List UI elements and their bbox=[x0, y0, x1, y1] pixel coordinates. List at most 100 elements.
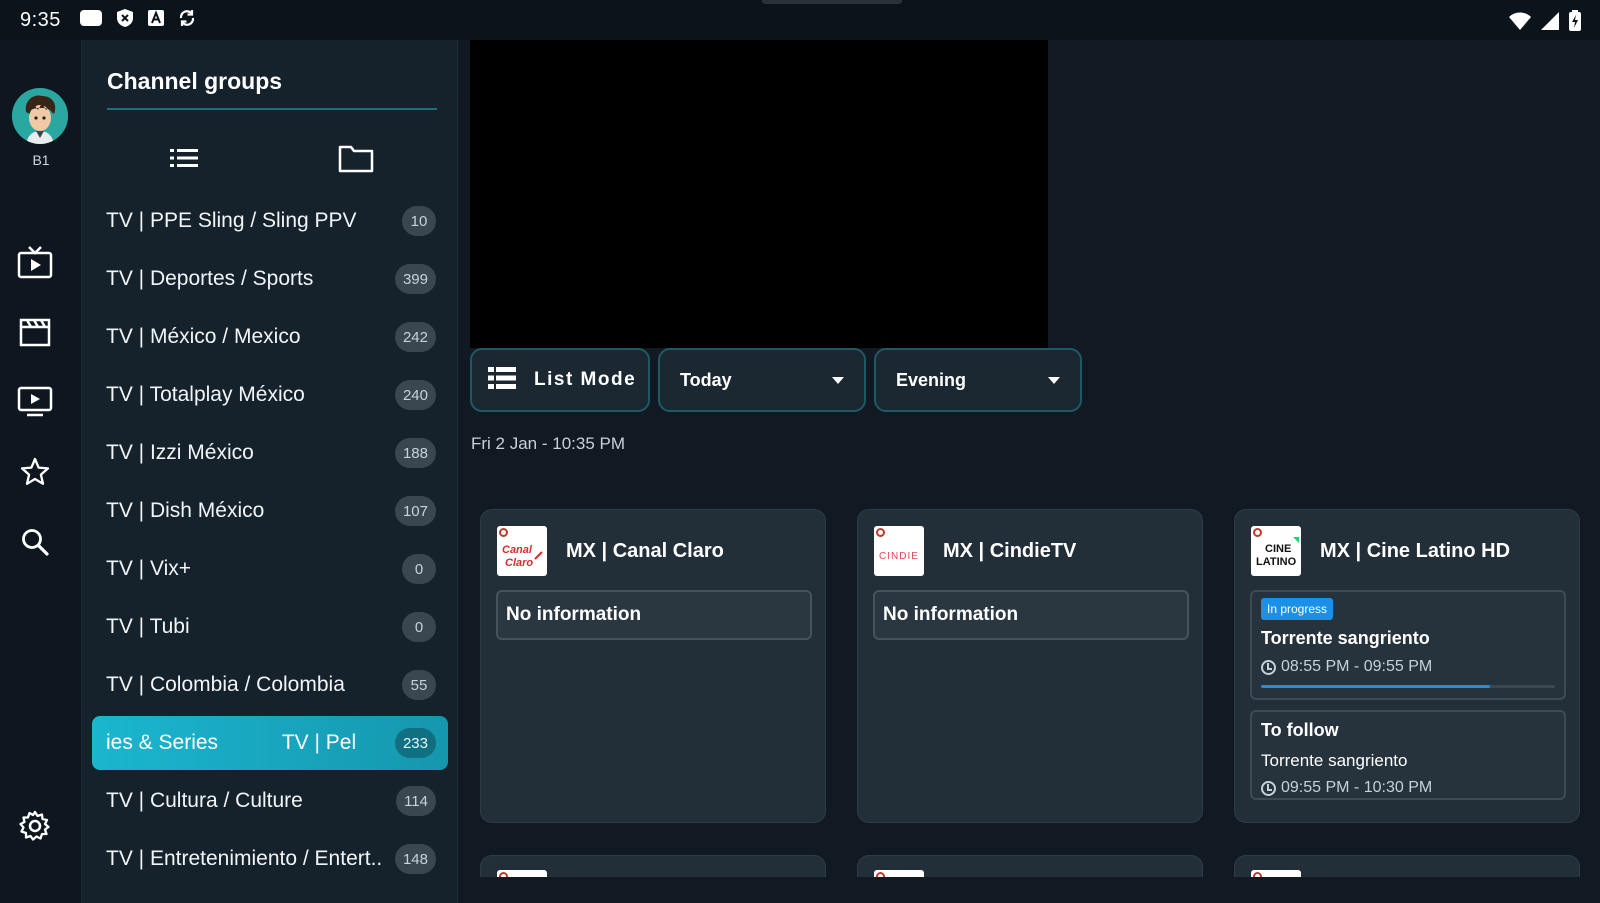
group-count-badge: 107 bbox=[394, 496, 436, 526]
title-underline bbox=[107, 108, 437, 110]
program-time: 08:55 PM - 09:55 PM bbox=[1261, 658, 1555, 676]
channel-card[interactable]: CINDIE MX | CindieTV No information bbox=[857, 509, 1203, 823]
group-count-badge: 242 bbox=[394, 322, 436, 352]
channel-logo: CINE LATINO bbox=[1251, 526, 1301, 576]
svg-text:CINDIE: CINDIE bbox=[879, 551, 919, 562]
channel-name: MX | Canal Claro bbox=[566, 539, 724, 562]
group-item[interactable]: TV | Izzi México 188 bbox=[92, 426, 448, 480]
signal-icon bbox=[1540, 11, 1560, 36]
list-mode-button[interactable]: List Mode bbox=[470, 348, 650, 412]
flag-icon bbox=[499, 528, 508, 537]
group-label: TV | Dish México bbox=[106, 499, 265, 522]
group-label: TV | Colombia / Colombia bbox=[106, 673, 345, 696]
time-select-value: Evening bbox=[896, 369, 967, 390]
time-of-day-select[interactable]: Evening bbox=[874, 348, 1082, 412]
group-label: TV | PPE Sling / Sling PPV bbox=[106, 209, 357, 232]
folder-view-button[interactable] bbox=[334, 140, 378, 180]
no-information-box: No information bbox=[496, 590, 812, 640]
status-icons-right bbox=[1508, 10, 1582, 37]
group-item[interactable]: TV | Deportes / Sports 399 bbox=[92, 252, 448, 306]
group-item[interactable]: TV | PPE Sling / Sling PPV 10 bbox=[92, 194, 448, 248]
profile-avatar[interactable] bbox=[12, 88, 68, 144]
chevron-down-icon bbox=[1048, 376, 1060, 384]
svg-text:CINE: CINE bbox=[1265, 543, 1291, 555]
next-program-time: 09:55 PM - 10:30 PM bbox=[1261, 779, 1555, 797]
group-label: TV | Totalplay México bbox=[106, 383, 305, 406]
favorites-button[interactable] bbox=[15, 454, 55, 494]
channel-name: MX | Cine Latino HD bbox=[1320, 539, 1511, 562]
search-button[interactable] bbox=[15, 524, 55, 564]
group-count-badge: 399 bbox=[394, 264, 436, 294]
channel-card[interactable]: Canal Claro MX | Canal Claro No informati… bbox=[480, 509, 826, 823]
folder-icon bbox=[338, 143, 374, 178]
status-icons-left bbox=[79, 8, 197, 33]
in-progress-badge: In progress bbox=[1261, 598, 1334, 620]
group-count-badge: 55 bbox=[402, 670, 436, 700]
svg-text:Canal: Canal bbox=[502, 544, 533, 556]
svg-text:LATINO: LATINO bbox=[1256, 556, 1297, 568]
group-count-badge: 240 bbox=[394, 380, 436, 410]
profile-label: B1 bbox=[32, 152, 50, 168]
search-icon bbox=[20, 527, 50, 562]
group-label: TV | Entretenimiento / Entert.. bbox=[106, 847, 383, 870]
group-item[interactable]: TV | México / Mexico 242 bbox=[92, 310, 448, 364]
font-a-icon bbox=[147, 9, 165, 32]
list-icon bbox=[170, 147, 198, 174]
card-header: Canal Claro MX | Canal Claro bbox=[497, 526, 724, 576]
group-item[interactable]: TV | Dish México 107 bbox=[92, 484, 448, 538]
svg-text:Claro: Claro bbox=[505, 557, 533, 569]
group-item[interactable]: TV | Totalplay México 240 bbox=[92, 368, 448, 422]
group-count-badge: 0 bbox=[402, 554, 436, 584]
favorites-icon bbox=[19, 456, 51, 493]
program-time-text: 08:55 PM - 09:55 PM bbox=[1281, 658, 1433, 675]
no-information-box: No information bbox=[873, 590, 1189, 640]
clock-icon bbox=[1261, 659, 1276, 675]
day-select-value: Today bbox=[680, 369, 732, 390]
list-mode-label: List Mode bbox=[534, 369, 637, 390]
group-label: TV | Deportes / Sports bbox=[106, 267, 314, 290]
flag-icon bbox=[876, 528, 885, 537]
live-tv-button[interactable] bbox=[15, 244, 55, 284]
group-item[interactable]: TV | Colombia / Colombia 55 bbox=[92, 658, 448, 712]
settings-button[interactable] bbox=[15, 808, 55, 848]
status-time: 9:35 bbox=[20, 8, 61, 31]
live-tv-icon bbox=[17, 245, 53, 284]
program-progress-fill bbox=[1261, 685, 1491, 688]
message-icon bbox=[79, 9, 103, 32]
group-label: TV | Cultura / Culture bbox=[106, 789, 303, 812]
flag-icon bbox=[1253, 528, 1262, 537]
day-select[interactable]: Today bbox=[658, 348, 866, 412]
channel-logo: CINDIE bbox=[874, 526, 924, 576]
video-preview[interactable] bbox=[470, 40, 1048, 348]
channel-card[interactable]: CINE LATINO MX | Cine Latino HD In progre… bbox=[1234, 509, 1580, 823]
wifi-icon bbox=[1508, 11, 1532, 36]
current-date-time: Fri 2 Jan - 10:35 PM bbox=[471, 434, 626, 453]
group-count-badge: 233 bbox=[394, 728, 436, 758]
movies-button[interactable] bbox=[15, 314, 55, 354]
sync-icon bbox=[177, 8, 197, 33]
group-item[interactable]: TV | Vix+ 0 bbox=[92, 542, 448, 596]
series-button[interactable] bbox=[15, 384, 55, 424]
channel-groups-panel: Channel groups TV | PPE Sling / Sling PP… bbox=[82, 40, 458, 903]
group-count-badge: 0 bbox=[402, 612, 436, 642]
group-item[interactable]: TV | Tubi 0 bbox=[92, 600, 448, 654]
to-follow-label: To follow bbox=[1261, 720, 1339, 740]
group-count-badge: 114 bbox=[396, 786, 436, 816]
group-label: ies & Series TV | Pel bbox=[106, 731, 357, 754]
program-title: Torrente sangriento bbox=[1261, 628, 1430, 648]
group-label: TV | Izzi México bbox=[106, 441, 254, 464]
channel-logo: Canal Claro bbox=[497, 526, 547, 576]
series-icon bbox=[17, 386, 53, 423]
navigation-rail: B1 bbox=[0, 40, 82, 903]
group-item-selected[interactable]: ies & Series TV | Pel 233 bbox=[92, 716, 448, 770]
current-program[interactable]: In progress Torrente sangriento 08:55 PM… bbox=[1250, 590, 1566, 700]
movies-icon bbox=[18, 317, 52, 352]
channel-groups-title: Channel groups bbox=[107, 68, 283, 94]
battery-icon bbox=[1568, 10, 1582, 37]
group-item[interactable]: TV | Entretenimiento / Entert.. 148 bbox=[92, 832, 448, 886]
settings-icon bbox=[19, 810, 51, 847]
bottom-mask bbox=[458, 877, 1600, 903]
next-program[interactable]: To follow Torrente sangriento 09:55 PM -… bbox=[1250, 710, 1566, 800]
group-item[interactable]: TV | Cultura / Culture 114 bbox=[92, 774, 448, 828]
list-view-button[interactable] bbox=[164, 140, 204, 180]
